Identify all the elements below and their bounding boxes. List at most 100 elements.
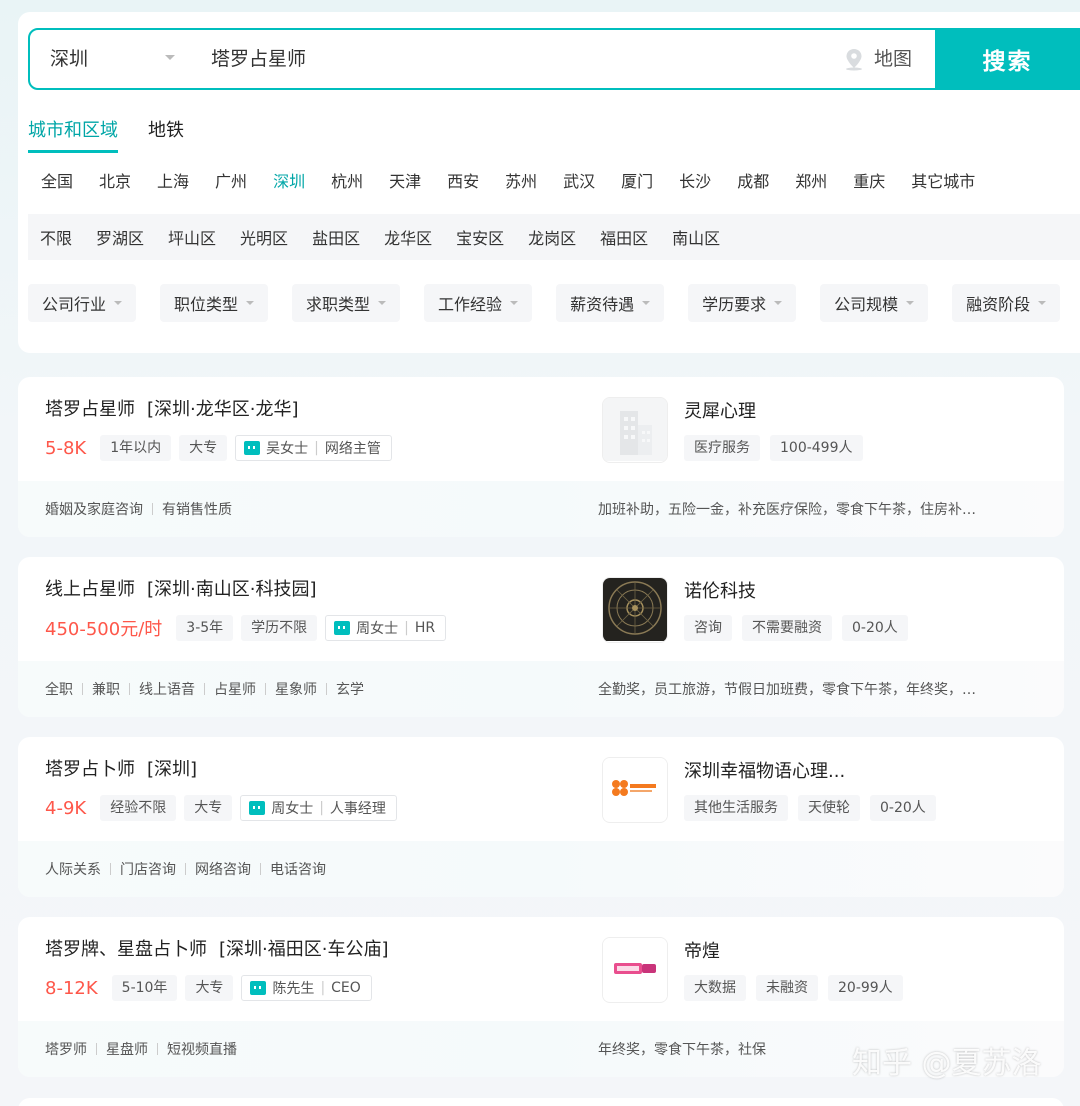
- tab-subway[interactable]: 地铁: [148, 116, 184, 153]
- search-button[interactable]: 搜索: [935, 28, 1080, 90]
- filter-dropdown[interactable]: 融资阶段: [952, 284, 1061, 322]
- filter-dropdown[interactable]: 学历要求: [688, 284, 797, 322]
- skill-tag: 线上语音: [139, 682, 195, 698]
- job-card[interactable]: 塔罗占星师 [深圳·龙华区·龙华] 5-8K 1年以内 大专 吴女士 | 网络主管 灵犀心理 医疗…: [18, 377, 1064, 537]
- city-option[interactable]: 西安: [434, 168, 492, 196]
- company-name[interactable]: 帝煌: [684, 937, 720, 963]
- job-meta: 8-12K 5-10年 大专 陈先生 | CEO: [45, 975, 372, 1001]
- company-tags: 大数据 未融资 20-99人: [684, 975, 903, 1001]
- city-list: 全国 北京 上海 广州 深圳 杭州 天津 西安 苏州 武汉 厦门 长沙 成都 郑州 重庆 其它城市: [28, 168, 988, 196]
- chevron-down-icon: [774, 301, 783, 305]
- filter-dropdown[interactable]: 公司行业: [28, 284, 137, 322]
- city-select[interactable]: 深圳: [50, 30, 175, 88]
- city-option[interactable]: 天津: [376, 168, 434, 196]
- filter-dropdown[interactable]: 薪资待遇: [556, 284, 665, 322]
- recruiter-chat[interactable]: 周女士 | 人事经理: [240, 795, 397, 821]
- job-location: [深圳·龙华区·龙华]: [147, 399, 299, 420]
- job-meta: 4-9K 经验不限 大专 周女士 | 人事经理: [45, 795, 397, 821]
- chevron-down-icon: [165, 55, 175, 60]
- district-list: 不限 罗湖区 坪山区 光明区 盐田区 龙华区 宝安区 龙岗区 福田区 南山区: [28, 214, 1080, 260]
- company-logo[interactable]: [602, 937, 668, 1003]
- district-option[interactable]: 龙华区: [372, 225, 444, 249]
- city-option[interactable]: 重庆: [840, 168, 898, 196]
- district-option[interactable]: 龙岗区: [516, 225, 588, 249]
- divider: [265, 683, 266, 695]
- skill-tag: 占星师: [214, 682, 256, 698]
- job-title[interactable]: 塔罗占卜师 [深圳]: [45, 755, 197, 781]
- filter-dropdown-label: 公司行业: [42, 295, 107, 314]
- city-option[interactable]: 杭州: [318, 168, 376, 196]
- search-input[interactable]: 塔罗占星师: [211, 30, 306, 88]
- recruiter-chat[interactable]: 周女士 | HR: [325, 615, 447, 641]
- filter-dropdown-label: 学历要求: [702, 295, 767, 314]
- job-tag: 大专: [184, 795, 233, 821]
- company-logo[interactable]: [602, 397, 668, 463]
- district-option[interactable]: 坪山区: [156, 225, 228, 249]
- district-option[interactable]: 罗湖区: [84, 225, 156, 249]
- filter-dropdown[interactable]: 职位类型: [160, 284, 269, 322]
- district-option[interactable]: 宝安区: [444, 225, 516, 249]
- divider: [260, 863, 261, 875]
- city-option[interactable]: 深圳: [260, 168, 318, 196]
- filter-dropdown[interactable]: 求职类型: [292, 284, 401, 322]
- chat-icon: [250, 981, 267, 995]
- city-option[interactable]: 全国: [28, 168, 86, 196]
- job-tag: 5-10年: [111, 975, 178, 1001]
- company-tag: 0-20人: [870, 795, 936, 821]
- job-card[interactable]: 塔罗占卜师 [深圳] 4-9K 经验不限 大专 周女士 | 人事经理 深圳幸福物语心理... 其他…: [18, 737, 1064, 897]
- divider: [96, 1043, 97, 1055]
- job-meta: 450-500元/时 3-5年 学历不限 周女士 | HR: [45, 615, 447, 641]
- filter-dropdown-label: 求职类型: [306, 295, 371, 314]
- job-tag: 经验不限: [100, 795, 177, 821]
- district-option[interactable]: 福田区: [588, 225, 660, 249]
- skill-tag: 星象师: [275, 682, 317, 698]
- company-name[interactable]: 诺伦科技: [684, 577, 756, 603]
- district-option[interactable]: 光明区: [228, 225, 300, 249]
- recruiter-name: 陈先生: [272, 981, 315, 997]
- skill-tag: 婚姻及家庭咨询: [45, 502, 143, 518]
- divider: [152, 503, 153, 515]
- building-icon: [603, 398, 667, 462]
- city-option[interactable]: 广州: [202, 168, 260, 196]
- skill-tag: 电话咨询: [270, 862, 326, 878]
- job-tag: 1年以内: [100, 435, 172, 461]
- company-tag: 天使轮: [798, 795, 860, 821]
- job-title[interactable]: 塔罗占星师 [深圳·龙华区·龙华]: [45, 395, 299, 421]
- job-title[interactable]: 线上占星师 [深圳·南山区·科技园]: [45, 575, 317, 601]
- district-option[interactable]: 南山区: [660, 225, 732, 249]
- job-card-header: 线上占星师 [深圳·南山区·科技园] 450-500元/时 3-5年 学历不限 周女士 | H…: [18, 557, 1064, 661]
- company-logo[interactable]: [602, 577, 668, 643]
- divider: [82, 683, 83, 695]
- city-option[interactable]: 其它城市: [898, 168, 988, 196]
- city-option[interactable]: 厦门: [608, 168, 666, 196]
- recruiter-chat[interactable]: 陈先生 | CEO: [241, 975, 372, 1001]
- recruiter-chat[interactable]: 吴女士 | 网络主管: [235, 435, 392, 461]
- city-option[interactable]: 苏州: [492, 168, 550, 196]
- city-option[interactable]: 成都: [724, 168, 782, 196]
- chevron-down-icon: [906, 301, 915, 305]
- skill-tag: 兼职: [92, 682, 120, 698]
- company-logo[interactable]: [602, 757, 668, 823]
- city-option[interactable]: 北京: [86, 168, 144, 196]
- filter-dropdown[interactable]: 公司规模: [820, 284, 929, 322]
- company-name[interactable]: 灵犀心理: [684, 397, 756, 423]
- district-option[interactable]: 盐田区: [300, 225, 372, 249]
- tab-city-district[interactable]: 城市和区域: [28, 116, 118, 153]
- district-option[interactable]: 不限: [28, 225, 84, 249]
- filter-dropdown[interactable]: 工作经验: [424, 284, 533, 322]
- job-card-header: 塔罗占卜师 [深圳] 4-9K 经验不限 大专 周女士 | 人事经理 深圳幸福物语心理... 其他…: [18, 737, 1064, 841]
- city-option[interactable]: 武汉: [550, 168, 608, 196]
- city-option[interactable]: 长沙: [666, 168, 724, 196]
- job-card[interactable]: 线上占星师 [深圳·南山区·科技园] 450-500元/时 3-5年 学历不限 周女士 | H…: [18, 557, 1064, 717]
- job-card-footer: 全职 兼职 线上语音 占星师 星象师 玄学 全勤奖，员工旅游，节假日加班费，零食下午茶，年终…: [18, 661, 1064, 717]
- company-name[interactable]: 深圳幸福物语心理...: [684, 757, 845, 783]
- city-option[interactable]: 郑州: [782, 168, 840, 196]
- job-title[interactable]: 塔罗牌、星盘占卜师 [深圳·福田区·车公庙]: [45, 935, 389, 961]
- map-link[interactable]: 地图: [842, 30, 912, 88]
- recruiter-name: 吴女士: [266, 441, 309, 457]
- divider: |: [320, 980, 326, 996]
- chevron-down-icon: [246, 301, 255, 305]
- divider: [110, 863, 111, 875]
- company-tag: 大数据: [684, 975, 746, 1001]
- city-option[interactable]: 上海: [144, 168, 202, 196]
